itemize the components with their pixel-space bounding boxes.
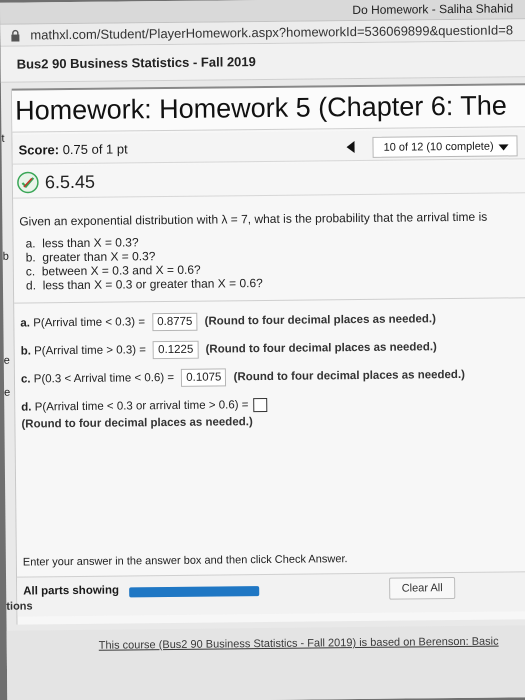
answer-expression: P(Arrival time < 0.3 or arrival time > 0… <box>34 399 249 414</box>
answer-d-input[interactable] <box>253 397 268 413</box>
left-edge-mark: e <box>4 386 11 399</box>
course-bar: Bus2 90 Business Statistics - Fall 2019 <box>0 41 525 83</box>
answer-label: c. <box>20 373 31 386</box>
dropdown-icon[interactable] <box>498 144 509 151</box>
part-label: d. <box>25 278 37 293</box>
answer-label: b. <box>20 345 31 358</box>
score: Score: 0.75 of 1 pt <box>18 141 127 157</box>
rounding-hint: (Round to four decimal places as needed.… <box>233 368 466 384</box>
left-edge-mark: e <box>3 354 10 367</box>
part-text: less than X = 0.3? <box>42 235 139 251</box>
course-name: Bus2 90 Business Statistics - Fall 2019 <box>16 54 256 72</box>
answer-b: b. P(Arrival time > 0.3) = 0.1225 (Round… <box>21 338 437 360</box>
answer-expression: P(Arrival time > 0.3) = <box>34 344 147 358</box>
homework-panel: Homework: Homework 5 (Chapter 6: The Sco… <box>10 83 525 625</box>
part-label: c. <box>25 264 36 279</box>
question-text: Given an exponential distribution with λ… <box>19 209 488 229</box>
left-edge-fragment: tions <box>6 600 33 613</box>
answer-d-hint-row: (Round to four decimal places as needed.… <box>21 416 252 430</box>
part-label: a. <box>25 236 36 251</box>
homework-title: Homework: Homework 5 (Chapter 6: The <box>11 83 525 133</box>
course-info-link[interactable]: This course (Bus2 90 Business Statistics… <box>99 636 499 652</box>
answer-c-value[interactable]: 0.1075 <box>181 368 227 387</box>
divider <box>14 297 525 304</box>
answer-expression: P(0.3 < Arrival time < 0.6) = <box>33 371 175 386</box>
instructions: Enter your answer in the answer box and … <box>22 553 348 569</box>
bottom-bar: All parts showing Clear All <box>17 571 525 617</box>
part-text: greater than X = 0.3? <box>42 249 156 265</box>
problem-header: 6.5.45 <box>12 161 525 199</box>
window-title: Do Homework - Saliha Shahid <box>352 1 514 18</box>
left-edge-mark: t <box>1 132 5 145</box>
question-part: d. less than X = 0.3 or greater than X =… <box>26 276 263 292</box>
rounding-hint: (Round to four decimal places as needed.… <box>21 416 253 431</box>
score-bar: Score: 0.75 of 1 pt 10 of 12 (10 complet… <box>12 129 525 165</box>
answer-label: d. <box>21 401 32 414</box>
all-parts-label: All parts showing <box>23 584 120 598</box>
lock-icon <box>11 29 20 42</box>
answer-b-value[interactable]: 0.1225 <box>153 340 199 360</box>
rounding-hint: (Round to four decimal places as needed.… <box>205 341 437 356</box>
screen: Do Homework - Saliha Shahid mathxl.com/S… <box>0 0 525 700</box>
score-value: 0.75 of 1 pt <box>62 141 128 158</box>
question-position: 10 of 12 (10 complete) <box>383 140 494 154</box>
answer-c: c. P(0.3 < Arrival time < 0.6) = 0.1075 … <box>21 366 465 389</box>
answer-a: a. P(Arrival time < 0.3) = 0.8775 (Round… <box>20 310 436 332</box>
parts-progress-bar <box>129 586 260 598</box>
question-navigator[interactable]: 10 of 12 (10 complete) <box>372 135 518 158</box>
answer-d: d. P(Arrival time < 0.3 or arrival time … <box>21 397 268 415</box>
part-text: less than X = 0.3 or greater than X = 0.… <box>42 276 263 293</box>
progress-fill <box>129 586 260 598</box>
rounding-hint: (Round to four decimal places as needed.… <box>204 313 436 328</box>
footer: This course (Bus2 90 Business Statistics… <box>6 625 525 700</box>
problem-number: 6.5.45 <box>44 171 96 193</box>
score-label: Score: <box>18 142 60 158</box>
prev-arrow-icon[interactable] <box>346 141 355 154</box>
answer-expression: P(Arrival time < 0.3) = <box>33 316 146 330</box>
partial-credit-icon <box>17 171 39 194</box>
url-text[interactable]: mathxl.com/Student/PlayerHomework.aspx?h… <box>30 22 513 42</box>
answer-label: a. <box>20 317 31 330</box>
clear-all-button[interactable]: Clear All <box>389 577 456 600</box>
left-edge-mark: b <box>2 250 9 263</box>
question-parts: a. less than X = 0.3? b. greater than X … <box>25 234 262 292</box>
part-label: b. <box>25 250 36 265</box>
answer-a-value[interactable]: 0.8775 <box>152 312 198 332</box>
